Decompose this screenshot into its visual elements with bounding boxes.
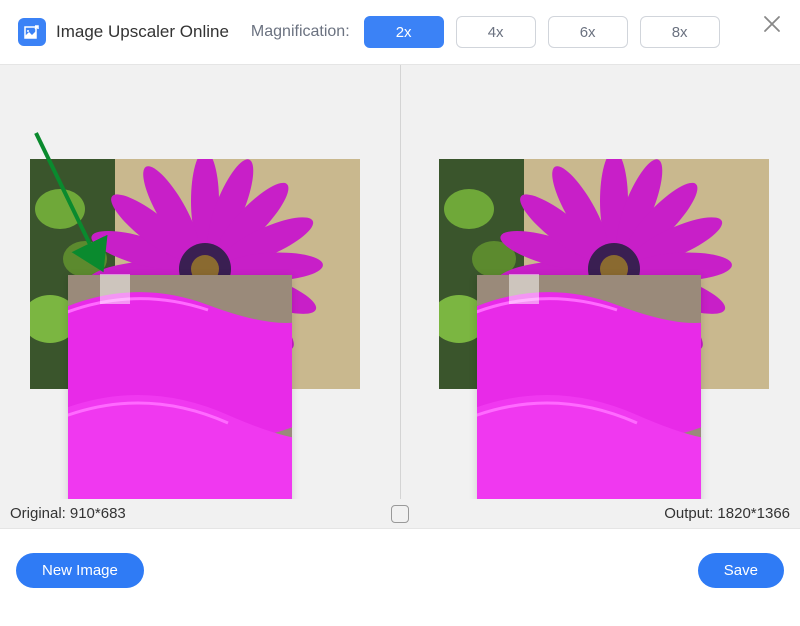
output-label: Output: xyxy=(664,505,713,522)
comparison-area: Original: 910*683 Output: 1820*1366 xyxy=(0,64,800,529)
original-size-label: Original: 910*683 xyxy=(10,505,126,522)
original-label: Original: xyxy=(10,505,66,522)
original-zoom-preview xyxy=(68,275,292,517)
header: Image Upscaler Online Magnification: 2x … xyxy=(0,0,800,64)
magnification-4x-button[interactable]: 4x xyxy=(456,16,536,48)
save-button[interactable]: Save xyxy=(698,553,784,588)
original-panel xyxy=(0,65,401,528)
zoom-region-indicator[interactable] xyxy=(509,274,539,304)
original-size-value: 910*683 xyxy=(70,505,126,522)
app-logo-icon xyxy=(18,18,46,46)
app-title: Image Upscaler Online xyxy=(56,22,229,42)
footer: New Image Save xyxy=(0,529,800,612)
magnification-6x-button[interactable]: 6x xyxy=(548,16,628,48)
magnification-8x-button[interactable]: 8x xyxy=(640,16,720,48)
magnification-label: Magnification: xyxy=(251,23,350,41)
output-size-value: 1820*1366 xyxy=(717,505,790,522)
close-icon[interactable] xyxy=(760,12,784,36)
pointer-arrow-icon xyxy=(28,125,138,285)
new-image-button[interactable]: New Image xyxy=(16,553,144,588)
sync-toggle-icon[interactable] xyxy=(391,505,409,523)
status-bar: Original: 910*683 Output: 1820*1366 xyxy=(0,499,800,528)
output-size-label: Output: 1820*1366 xyxy=(664,505,790,522)
magnification-group: 2x 4x 6x 8x xyxy=(364,16,720,48)
magnification-2x-button[interactable]: 2x xyxy=(364,16,444,48)
output-panel xyxy=(401,65,800,528)
output-zoom-preview xyxy=(477,275,701,517)
